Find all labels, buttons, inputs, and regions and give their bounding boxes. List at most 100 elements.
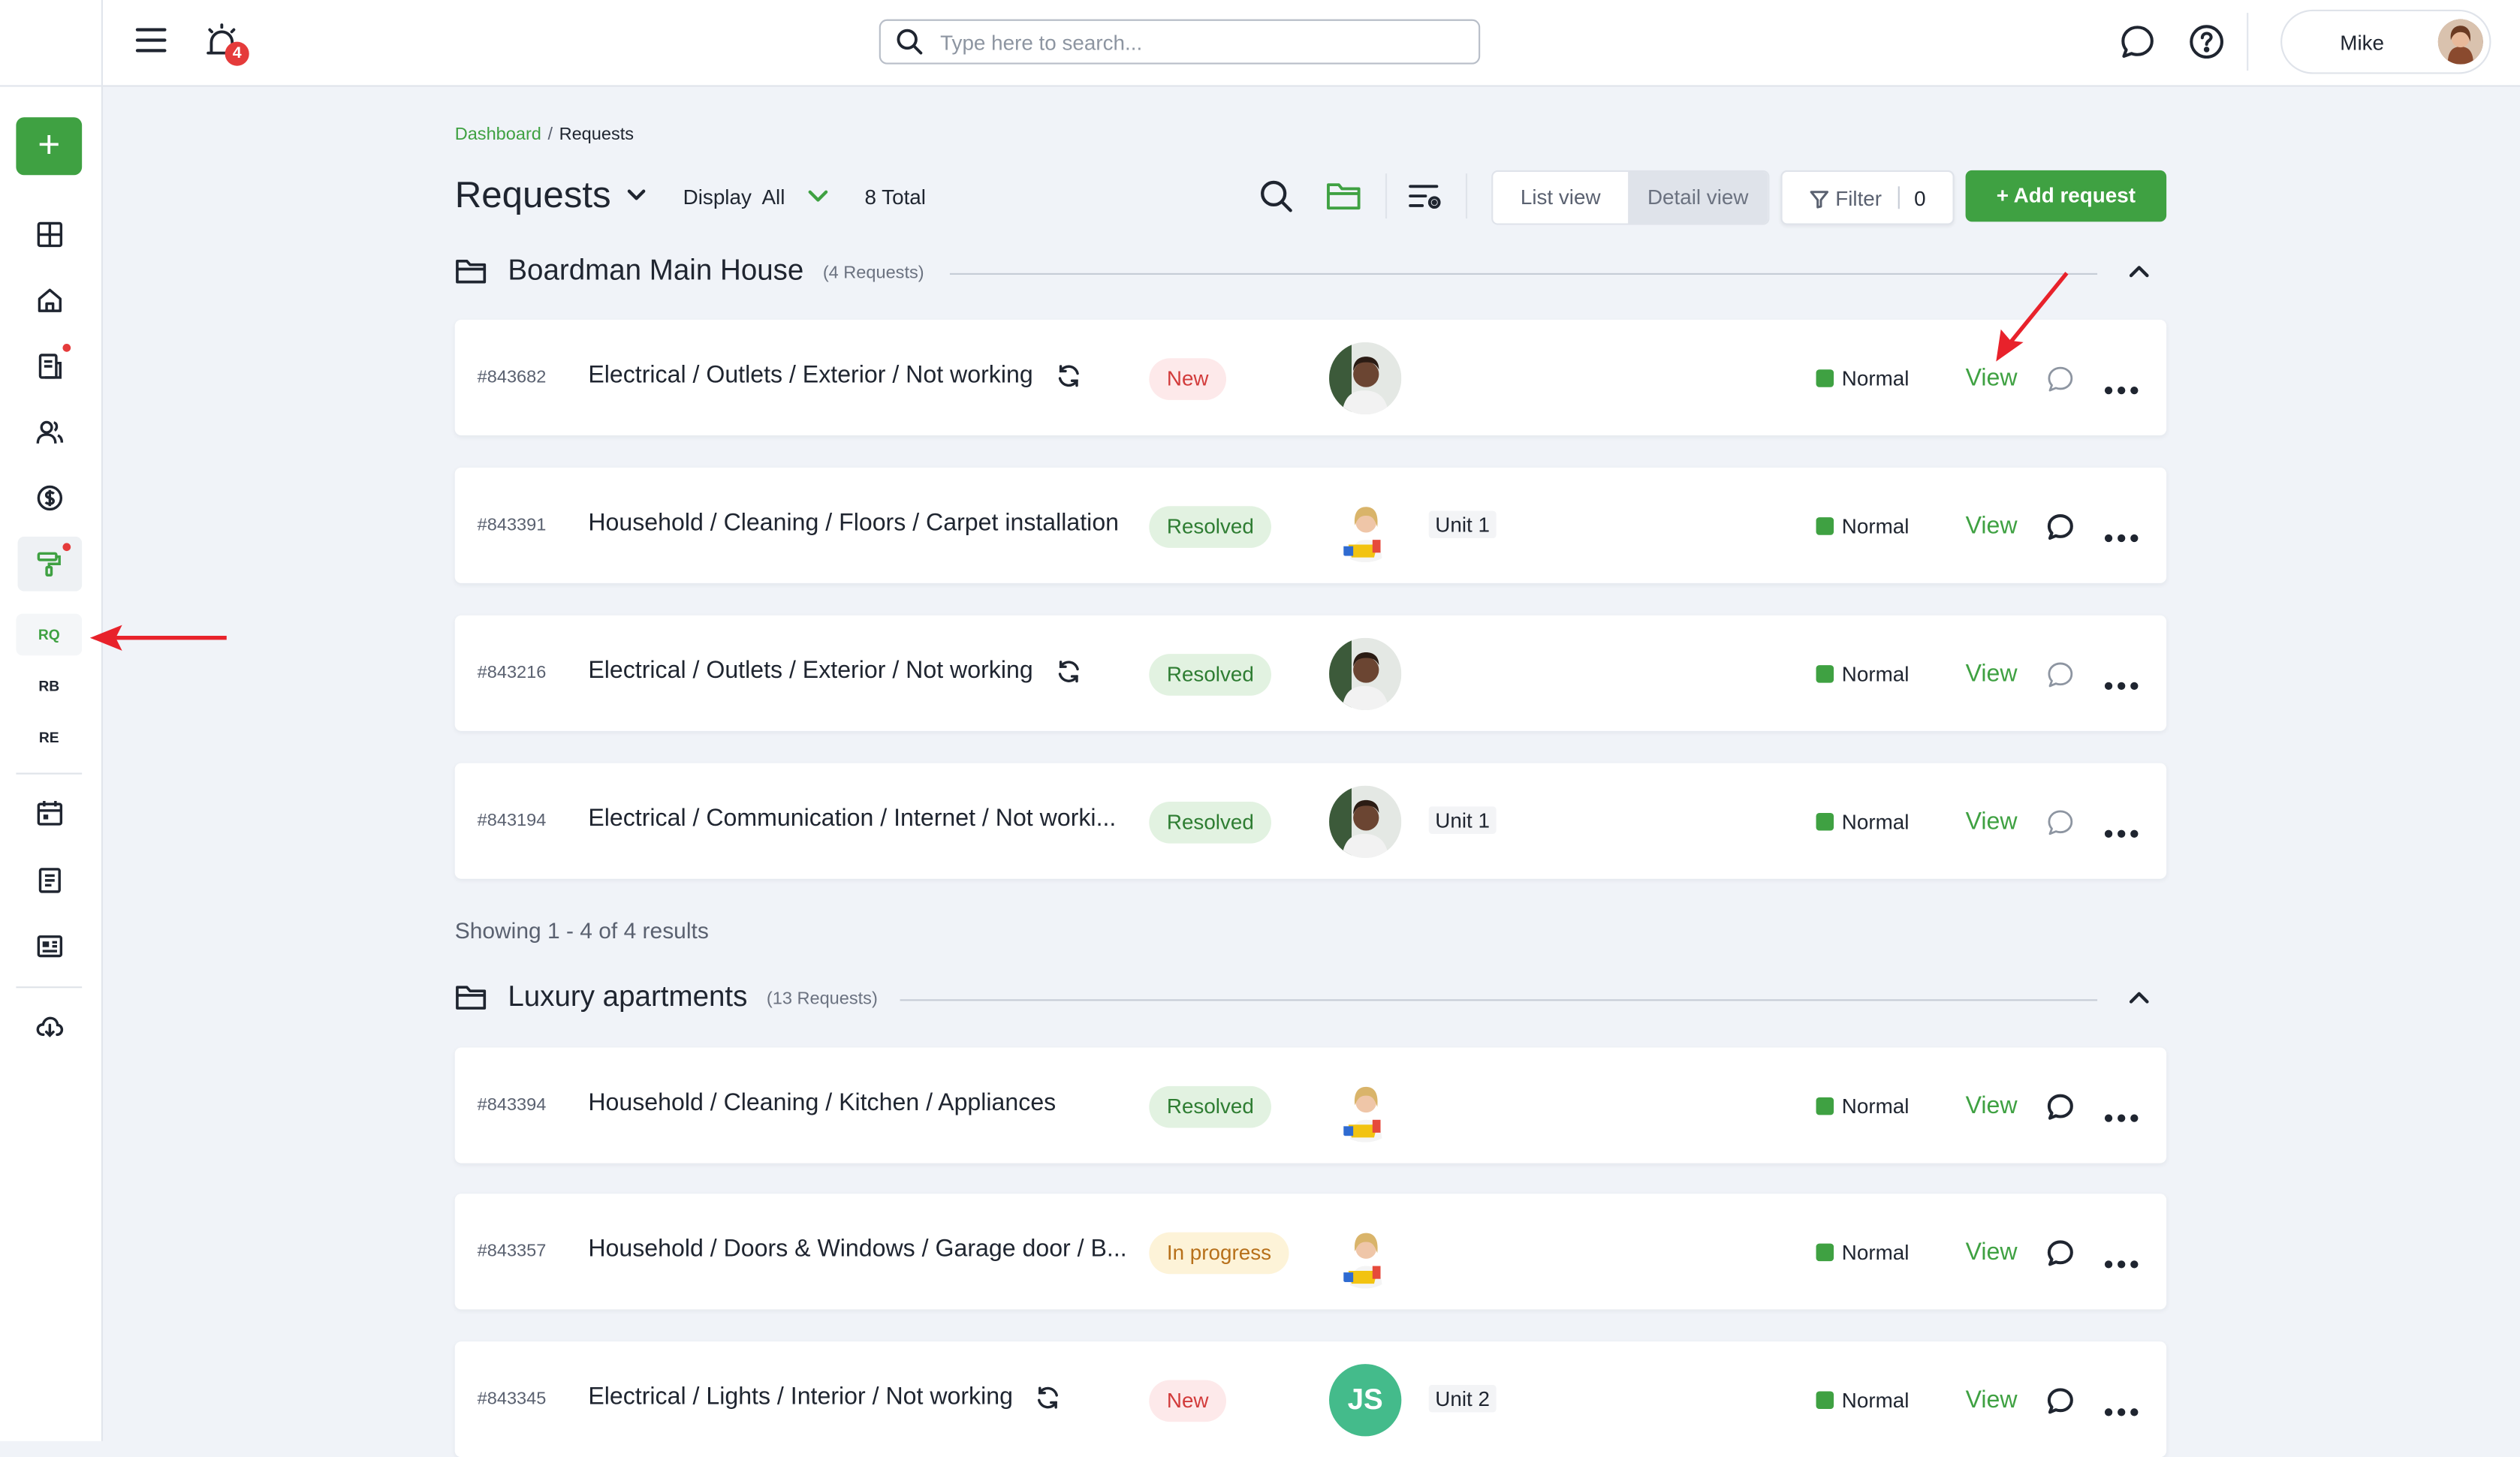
chevron-down-icon[interactable] bbox=[806, 185, 829, 215]
settings-list-icon[interactable] bbox=[1408, 180, 1443, 221]
detail-view-button[interactable]: Detail view bbox=[1628, 172, 1768, 224]
more-icon[interactable] bbox=[2104, 817, 2139, 847]
sidebar-subitem-rq[interactable]: RQ bbox=[16, 613, 83, 656]
document-notification-dot bbox=[62, 344, 71, 352]
more-icon[interactable] bbox=[2104, 1102, 2139, 1131]
chevron-up-icon[interactable] bbox=[2127, 259, 2152, 293]
results-summary: Showing 1 - 4 of 4 results bbox=[454, 917, 709, 944]
request-title[interactable]: Electrical / Lights / Interior / Not wor… bbox=[588, 1383, 1013, 1410]
home-icon[interactable] bbox=[26, 279, 74, 321]
view-link[interactable]: View bbox=[1966, 365, 2018, 392]
priority-indicator bbox=[1816, 812, 1834, 831]
sidebar-divider bbox=[16, 986, 83, 989]
more-icon[interactable] bbox=[2104, 1396, 2139, 1425]
people-icon[interactable] bbox=[26, 411, 74, 453]
request-row[interactable]: #843682 Electrical / Outlets / Exterior /… bbox=[454, 319, 2167, 436]
request-title[interactable]: Electrical / Outlets / Exterior / Not wo… bbox=[588, 362, 1032, 389]
request-row[interactable]: #843345 Electrical / Lights / Interior / … bbox=[454, 1341, 2167, 1457]
filter-label: Filter bbox=[1835, 186, 1882, 211]
search-icon bbox=[895, 27, 924, 64]
group-name: Luxury apartments bbox=[508, 980, 748, 1013]
comment-icon[interactable] bbox=[2046, 513, 2075, 549]
list-view-button[interactable]: List view bbox=[1493, 172, 1629, 224]
sidebar-subitem-rb[interactable]: RB bbox=[16, 665, 82, 707]
folder-icon bbox=[455, 255, 487, 296]
view-link[interactable]: View bbox=[1966, 661, 2018, 688]
download-cloud-icon[interactable] bbox=[26, 1006, 74, 1048]
page-title[interactable]: Requests bbox=[455, 173, 611, 217]
request-row[interactable]: #843391 Household / Cleaning / Floors / C… bbox=[454, 467, 2167, 583]
status-badge: Resolved bbox=[1149, 654, 1272, 696]
request-title[interactable]: Household / Doors & Windows / Garage doo… bbox=[588, 1236, 1126, 1263]
request-row[interactable]: #843216 Electrical / Outlets / Exterior /… bbox=[454, 615, 2167, 731]
view-link[interactable]: View bbox=[1966, 1092, 2018, 1119]
more-icon[interactable] bbox=[2104, 1248, 2139, 1278]
status-badge: Resolved bbox=[1149, 1085, 1272, 1128]
folder-icon[interactable] bbox=[1326, 180, 1361, 221]
comment-icon[interactable] bbox=[2046, 661, 2075, 697]
chat-icon[interactable] bbox=[2118, 23, 2157, 69]
request-title[interactable]: Household / Cleaning / Kitchen / Applian… bbox=[588, 1089, 1056, 1116]
avatar bbox=[2437, 19, 2483, 65]
view-link[interactable]: View bbox=[1966, 1386, 2018, 1413]
menu-icon[interactable] bbox=[135, 24, 167, 65]
unit-label: Unit 1 bbox=[1428, 806, 1497, 834]
status-badge: Resolved bbox=[1149, 802, 1272, 844]
top-header: 4 Mike bbox=[102, 0, 2520, 87]
search-icon[interactable] bbox=[1258, 179, 1294, 222]
priority-label: Normal bbox=[1841, 809, 1910, 834]
help-icon[interactable] bbox=[2187, 23, 2226, 69]
priority-label: Normal bbox=[1841, 1240, 1910, 1265]
filter-button[interactable]: Filter 0 bbox=[1780, 170, 1955, 225]
avatar bbox=[1329, 1216, 1402, 1289]
chevron-down-icon[interactable] bbox=[625, 183, 648, 214]
request-title[interactable]: Electrical / Communication / Internet / … bbox=[588, 805, 1116, 832]
folder-icon bbox=[455, 982, 487, 1022]
priority-label: Normal bbox=[1841, 366, 1910, 391]
request-row[interactable]: #843394 Household / Cleaning / Kitchen / … bbox=[454, 1047, 2167, 1163]
priority-label: Normal bbox=[1841, 1094, 1910, 1118]
dashboard-icon[interactable] bbox=[26, 214, 74, 256]
more-icon[interactable] bbox=[2104, 522, 2139, 552]
comment-icon[interactable] bbox=[2046, 365, 2075, 402]
display-select[interactable]: All bbox=[762, 185, 785, 209]
more-icon[interactable] bbox=[2104, 375, 2139, 404]
breadcrumb-current: Requests bbox=[559, 125, 635, 145]
group-request-count: (13 Requests) bbox=[766, 989, 878, 1010]
request-row[interactable]: #843194 Electrical / Communication / Inte… bbox=[454, 763, 2167, 879]
request-row[interactable]: #843357 Household / Doors & Windows / Gar… bbox=[454, 1194, 2167, 1310]
priority-label: Normal bbox=[1841, 661, 1910, 686]
request-title[interactable]: Electrical / Outlets / Exterior / Not wo… bbox=[588, 657, 1032, 684]
chevron-up-icon[interactable] bbox=[2127, 985, 2152, 1019]
search-box[interactable] bbox=[879, 19, 1481, 65]
view-link[interactable]: View bbox=[1966, 1239, 2018, 1266]
add-request-button[interactable]: + Add request bbox=[1965, 170, 2167, 222]
comment-icon[interactable] bbox=[2046, 808, 2075, 845]
view-link[interactable]: View bbox=[1966, 808, 2018, 835]
sidebar-subitem-re[interactable]: RE bbox=[16, 717, 82, 759]
user-menu[interactable]: Mike bbox=[2280, 9, 2491, 74]
comment-icon[interactable] bbox=[2046, 1386, 2075, 1423]
filter-count: 0 bbox=[1914, 186, 1926, 211]
comment-icon[interactable] bbox=[2046, 1239, 2075, 1275]
group-divider bbox=[949, 272, 2098, 275]
request-id: #843345 bbox=[477, 1389, 547, 1410]
priority-indicator bbox=[1816, 517, 1834, 535]
group-name: Boardman Main House bbox=[508, 254, 804, 286]
calendar-icon[interactable] bbox=[26, 792, 74, 834]
user-name: Mike bbox=[2340, 30, 2385, 55]
more-icon[interactable] bbox=[2104, 670, 2139, 700]
search-input[interactable] bbox=[940, 20, 1454, 63]
sidebar-logo-area bbox=[0, 0, 101, 87]
newspaper-icon[interactable] bbox=[26, 926, 74, 968]
comment-icon[interactable] bbox=[2046, 1092, 2075, 1129]
request-id: #843682 bbox=[477, 368, 547, 387]
view-link[interactable]: View bbox=[1966, 513, 2018, 540]
dollar-icon[interactable] bbox=[26, 477, 74, 519]
sync-icon bbox=[1056, 363, 1081, 397]
sidebar-add-button[interactable]: + bbox=[16, 117, 83, 176]
app-root: + RQ RB RE 4 Type here to search... Mike… bbox=[0, 0, 2520, 1457]
notes-icon[interactable] bbox=[26, 859, 74, 902]
breadcrumb-dashboard[interactable]: Dashboard bbox=[455, 125, 541, 145]
request-title[interactable]: Household / Cleaning / Floors / Carpet i… bbox=[588, 509, 1119, 536]
